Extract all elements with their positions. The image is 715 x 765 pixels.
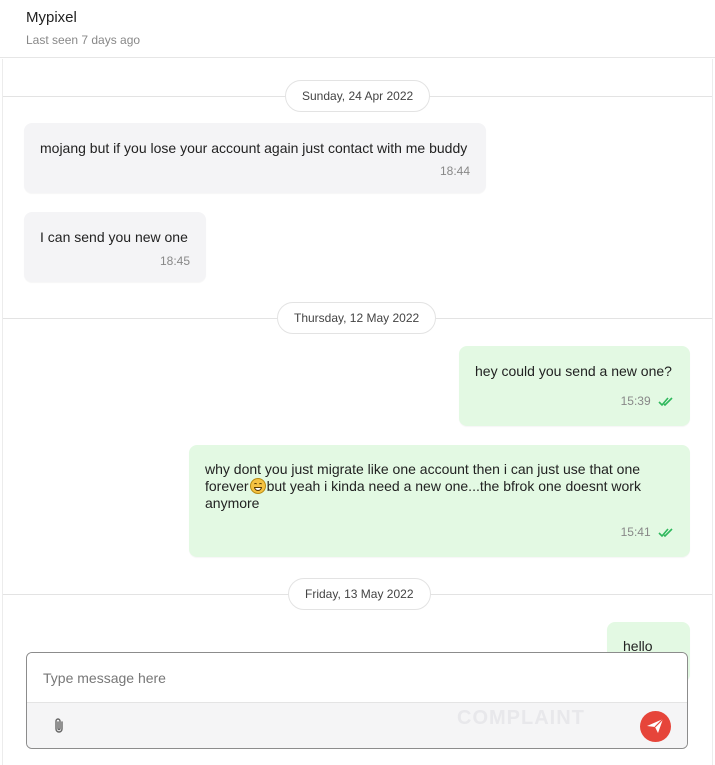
composer-toolbar: COMPLAINT <box>27 702 687 748</box>
message-text: why dont you just migrate like one accou… <box>205 461 674 512</box>
message-time: 15:39 <box>620 394 651 408</box>
paperclip-icon[interactable] <box>51 717 67 735</box>
date-label: Sunday, 24 Apr 2022 <box>285 80 431 112</box>
message-time: 15:41 <box>620 525 651 539</box>
message-meta: 15:41 <box>621 524 674 543</box>
date-separator: Sunday, 24 Apr 2022 <box>3 80 712 112</box>
date-label: Friday, 13 May 2022 <box>288 578 431 610</box>
double-check-icon <box>658 526 674 543</box>
message-composer: COMPLAINT <box>26 652 688 749</box>
date-separator: Friday, 13 May 2022 <box>3 578 712 610</box>
message-input[interactable] <box>27 653 687 702</box>
date-separator: Thursday, 12 May 2022 <box>3 302 712 334</box>
outgoing-message[interactable]: hey could you send a new one? 15:39 <box>459 346 690 426</box>
outgoing-message[interactable]: why dont you just migrate like one accou… <box>189 445 690 557</box>
message-time: 18:45 <box>159 254 190 268</box>
message-text: hey could you send a new one? <box>475 363 672 379</box>
message-meta: 15:39 <box>621 393 674 412</box>
double-check-icon <box>658 395 674 412</box>
date-label: Thursday, 12 May 2022 <box>277 302 437 334</box>
message-text: I can send you new one <box>40 229 188 245</box>
send-icon <box>647 718 664 733</box>
message-text-part: but yeah i kinda need a new one...the bf… <box>205 478 641 511</box>
chat-header: Mypixel Last seen 7 days ago <box>0 0 715 58</box>
watermark-logo: COMPLAINT <box>457 707 585 729</box>
grinning-squinting-face-icon <box>249 478 266 494</box>
message-text: mojang but if you lose your account agai… <box>40 140 468 156</box>
last-seen-status: Last seen 7 days ago <box>26 33 141 47</box>
send-button[interactable] <box>640 711 671 742</box>
incoming-message[interactable]: mojang but if you lose your account agai… <box>24 123 486 193</box>
incoming-message[interactable]: I can send you new one 18:45 <box>24 212 206 282</box>
message-time: 18:44 <box>439 164 470 178</box>
contact-name[interactable]: Mypixel <box>26 9 77 26</box>
